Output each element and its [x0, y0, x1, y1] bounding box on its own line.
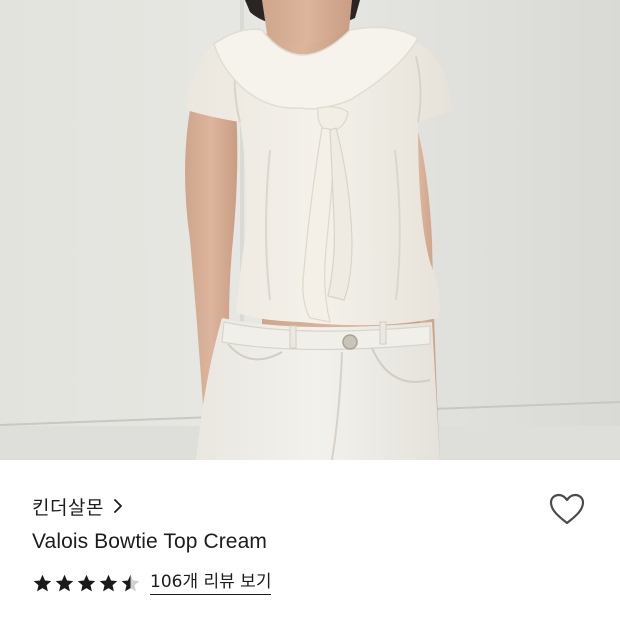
brand-link[interactable]: 킨더살몬 [32, 493, 124, 519]
chevron-right-icon [112, 497, 124, 515]
brand-name: 킨더살몬 [32, 496, 104, 519]
star-icon [121, 574, 140, 591]
heart-outline-icon [549, 493, 585, 525]
product-info-panel: 킨더살몬 Valois Bowtie Top Cream 106개 리뷰 보기 [0, 460, 620, 620]
rating-row: 106개 리뷰 보기 [32, 571, 272, 595]
star-icon [99, 574, 118, 591]
star-icon [33, 574, 52, 591]
product-photo-illustration [0, 0, 620, 460]
reviews-link[interactable]: 106개 리뷰 보기 [150, 572, 272, 595]
product-image[interactable] [0, 0, 620, 460]
product-title: Valois Bowtie Top Cream [32, 530, 267, 553]
star-rating [32, 573, 141, 594]
star-icon [77, 574, 96, 591]
star-icon [55, 574, 74, 591]
wishlist-button[interactable] [548, 490, 586, 528]
